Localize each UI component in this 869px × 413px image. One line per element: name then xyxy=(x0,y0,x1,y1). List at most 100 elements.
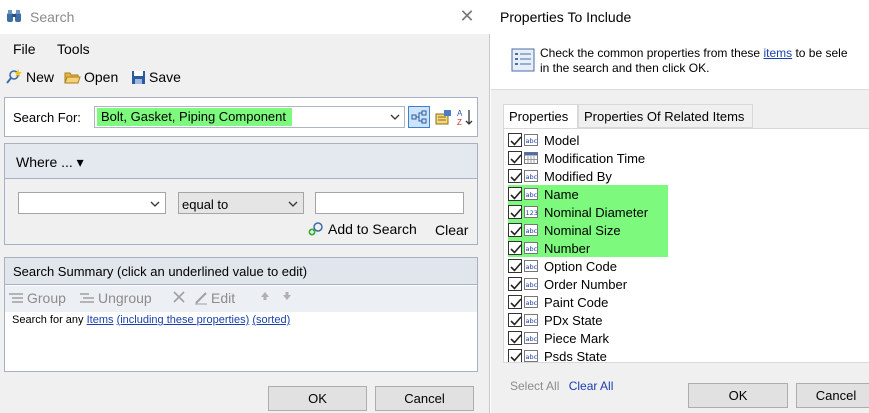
property-checkbox[interactable] xyxy=(508,331,522,345)
add-to-search-button[interactable]: Add to Search xyxy=(308,221,417,237)
binoculars-icon xyxy=(7,10,21,22)
menu-file[interactable]: File xyxy=(13,41,36,57)
properties-ok-button[interactable]: OK xyxy=(688,383,788,408)
add-search-icon xyxy=(308,222,323,236)
property-row[interactable]: abc Order Number xyxy=(508,275,868,293)
checkmark-icon xyxy=(510,154,522,164)
property-row[interactable]: abc Option Code xyxy=(508,257,868,275)
open-button[interactable]: Open xyxy=(64,67,118,87)
property-dropdown[interactable] xyxy=(18,192,166,214)
menu-tools[interactable]: Tools xyxy=(57,41,90,57)
summary-items-link[interactable]: Items xyxy=(87,314,114,326)
property-row[interactable]: abc Nominal Size xyxy=(508,221,868,239)
checkmark-icon xyxy=(510,244,522,254)
criteria-input[interactable] xyxy=(315,192,464,214)
tab-properties[interactable]: Properties xyxy=(503,104,578,129)
text-type-icon: abc xyxy=(524,314,538,326)
property-row[interactable]: Modification Time xyxy=(508,149,868,167)
summary-title: Search Summary (click an underlined valu… xyxy=(13,264,308,279)
property-checkbox[interactable] xyxy=(508,349,522,362)
property-checkbox[interactable] xyxy=(508,223,522,237)
operator-dropdown[interactable]: equal to xyxy=(178,192,304,214)
property-row[interactable]: abc Modified By xyxy=(508,167,868,185)
hierarchy-button[interactable] xyxy=(408,106,430,128)
properties-list: abc Model Modification Time abc Modified By a… xyxy=(503,128,869,363)
property-checkbox[interactable] xyxy=(508,277,522,291)
property-label: Psds State xyxy=(544,349,607,363)
property-row[interactable]: abc Paint Code xyxy=(508,293,868,311)
text-type-icon: abc xyxy=(524,278,538,290)
close-icon[interactable]: ✕ xyxy=(456,4,478,28)
properties-message: Check the common properties from these i… xyxy=(540,46,848,76)
svg-text:A: A xyxy=(457,109,463,118)
property-label: Modification Time xyxy=(544,151,646,166)
checkmark-icon xyxy=(510,136,522,146)
tab-related-items[interactable]: Properties Of Related Items xyxy=(578,104,753,128)
properties-titlebar: Properties To Include xyxy=(491,0,869,34)
calendar-icon xyxy=(524,152,538,164)
sort-button[interactable]: A Z xyxy=(454,106,476,128)
add-to-search-label: Add to Search xyxy=(328,221,417,237)
clear-button[interactable]: Clear xyxy=(435,222,468,238)
property-row[interactable]: abc Name xyxy=(508,185,868,203)
new-button[interactable]: New xyxy=(6,67,54,87)
cancel-button[interactable]: Cancel xyxy=(375,386,474,411)
move-down-button[interactable] xyxy=(281,290,293,302)
property-row[interactable]: abc Psds State xyxy=(508,347,868,363)
delete-button[interactable] xyxy=(172,290,186,304)
property-label: Name xyxy=(544,187,579,202)
property-checkbox[interactable] xyxy=(508,205,522,219)
property-checkbox[interactable] xyxy=(508,133,522,147)
property-checkbox[interactable] xyxy=(508,295,522,309)
edit-button[interactable]: Edit xyxy=(194,290,235,306)
ungroup-icon xyxy=(80,293,94,303)
checkmark-icon xyxy=(510,352,522,362)
message-prefix: Check the common properties from these xyxy=(540,46,761,60)
property-checkbox[interactable] xyxy=(508,187,522,201)
property-row[interactable]: abc PDx State xyxy=(508,311,868,329)
select-all-link[interactable]: Select All xyxy=(510,379,559,393)
property-checkbox[interactable] xyxy=(508,259,522,273)
ok-button[interactable]: OK xyxy=(268,386,367,411)
toolbar: New Open Save xyxy=(0,64,490,88)
property-row[interactable]: abc Number xyxy=(508,239,868,257)
svg-text:abc: abc xyxy=(526,245,538,253)
property-checkbox[interactable] xyxy=(508,151,522,165)
clear-all-link[interactable]: Clear All xyxy=(569,379,614,393)
search-for-panel: Search For: Bolt, Gasket, Piping Compone… xyxy=(4,97,478,137)
properties-button[interactable] xyxy=(432,106,454,128)
property-label: Modified By xyxy=(544,169,612,184)
move-up-button[interactable] xyxy=(259,290,271,302)
svg-text:abc: abc xyxy=(526,191,538,199)
property-checkbox[interactable] xyxy=(508,241,522,255)
checkmark-icon xyxy=(510,208,522,218)
property-row[interactable]: abc Piece Mark xyxy=(508,329,868,347)
property-label: PDx State xyxy=(544,313,603,328)
search-for-combo[interactable]: Bolt, Gasket, Piping Component xyxy=(94,106,405,128)
chevron-down-icon xyxy=(288,201,298,207)
operator-value: equal to xyxy=(182,197,229,212)
property-label: Option Code xyxy=(544,259,617,274)
message-items-link[interactable]: items xyxy=(763,46,792,60)
edit-label: Edit xyxy=(211,290,236,306)
property-checkbox[interactable] xyxy=(508,169,522,183)
summary-header: Search Summary (click an underlined valu… xyxy=(5,258,477,285)
ungroup-label: Ungroup xyxy=(98,290,152,306)
group-label: Group xyxy=(27,290,66,306)
property-row[interactable]: 123 Nominal Diameter xyxy=(508,203,868,221)
svg-text:123: 123 xyxy=(526,209,538,217)
ungroup-button[interactable]: Ungroup xyxy=(79,290,152,306)
summary-sorted-link[interactable]: (sorted) xyxy=(252,314,290,326)
chevron-down-icon[interactable] xyxy=(389,110,401,124)
save-button[interactable]: Save xyxy=(131,67,181,87)
svg-text:abc: abc xyxy=(526,227,538,235)
property-checkbox[interactable] xyxy=(508,313,522,327)
summary-properties-link[interactable]: (including these properties) xyxy=(117,314,250,326)
where-header[interactable]: Where ... ▾ xyxy=(5,144,477,178)
properties-window: Properties To Include Check the common p… xyxy=(491,0,869,413)
property-row[interactable]: abc Model xyxy=(508,131,868,149)
svg-text:abc: abc xyxy=(526,335,538,343)
svg-text:abc: abc xyxy=(526,299,538,307)
properties-cancel-button[interactable]: Cancel xyxy=(796,383,869,408)
group-button[interactable]: Group xyxy=(8,290,66,306)
